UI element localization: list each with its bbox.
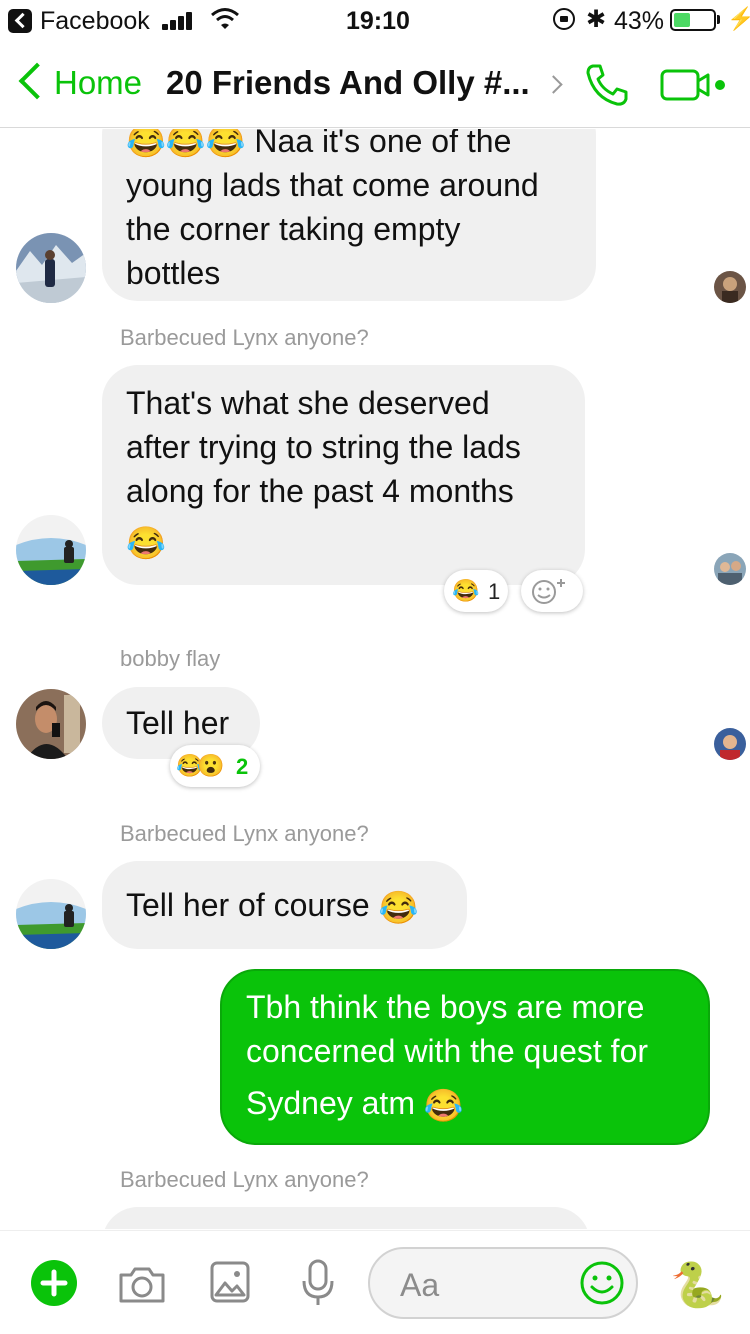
- message-emoji: 😂: [423, 1087, 464, 1124]
- reaction-emoji: 😂: [452, 578, 480, 603]
- message-text-line: Sydney atm 😂: [246, 1081, 684, 1128]
- message-text-line: bottles: [126, 255, 221, 291]
- camera-icon[interactable]: [117, 1265, 167, 1305]
- battery-tip: [717, 15, 720, 24]
- message-text-line: young lads that come around: [126, 167, 539, 203]
- avatar-selfie-photo: [16, 689, 86, 759]
- charging-icon: ⚡: [727, 6, 750, 31]
- message-text-last: Sydney atm: [246, 1085, 415, 1121]
- reaction-pill[interactable]: 😂 1: [444, 570, 508, 612]
- emoji-icon[interactable]: [580, 1261, 624, 1305]
- bluetooth-icon: ✱: [586, 6, 607, 33]
- plus-icon[interactable]: [30, 1259, 78, 1307]
- avatar-countryside-photo: [16, 879, 86, 949]
- phone-call-icon[interactable]: [584, 62, 630, 108]
- avatar[interactable]: [16, 689, 86, 759]
- message-text-line: Tbh think the boys are more: [246, 989, 645, 1025]
- avatar[interactable]: [16, 233, 86, 303]
- message-bubble[interactable]: That's what she deserved after trying to…: [102, 365, 585, 585]
- conversation-title[interactable]: 20 Friends And Olly #...: [166, 64, 546, 102]
- wifi-icon: [211, 8, 239, 29]
- message-text-line: along for the past 4 months: [126, 473, 514, 509]
- sender-name: bobby flay: [120, 646, 221, 671]
- photo-gallery-icon[interactable]: [210, 1261, 250, 1303]
- message-emoji: 😂: [378, 889, 419, 926]
- message-bubble[interactable]: [102, 1207, 590, 1229]
- sticker-snake-icon[interactable]: 🐍: [670, 1259, 725, 1311]
- message-text: Tell her: [126, 705, 230, 741]
- message-emoji: 😂: [126, 525, 166, 561]
- sender-name: Barbecued Lynx anyone?: [120, 325, 369, 350]
- add-reaction-icon: [532, 579, 565, 604]
- read-receipt-avatar: [714, 553, 746, 585]
- composer-bar: Aa 🐍: [0, 1230, 750, 1334]
- message-input[interactable]: Aa: [368, 1247, 638, 1319]
- message-text-line: the corner taking empty: [126, 211, 461, 247]
- avatar-countryside-photo: [16, 515, 86, 585]
- read-receipt-avatar: [714, 728, 746, 760]
- back-to-app-icon[interactable]: [8, 9, 32, 33]
- microphone-icon[interactable]: [300, 1259, 336, 1307]
- conversation-header: Home 20 Friends And Olly #...: [0, 40, 750, 128]
- reaction-count: 1: [488, 579, 501, 604]
- avatar[interactable]: [16, 515, 86, 585]
- chevron-left-icon: [18, 62, 56, 100]
- message-text-line: after trying to string the lads: [126, 429, 521, 465]
- sender-name: Barbecued Lynx anyone?: [120, 821, 369, 846]
- avatar-mountain-photo: [16, 233, 86, 303]
- avatar[interactable]: [16, 879, 86, 949]
- message-text-line: concerned with the quest for: [246, 1033, 649, 1069]
- reaction-count: 2: [236, 754, 249, 779]
- message-text: Tell her of course: [126, 887, 370, 923]
- reaction-pill[interactable]: 😂😮 2: [170, 745, 260, 787]
- status-time: 19:10: [346, 7, 410, 35]
- chevron-right-icon[interactable]: [544, 75, 563, 94]
- battery-fill: [674, 13, 690, 27]
- message-bubble[interactable]: 😂😂😂 Naa it's one of the young lads that …: [102, 129, 596, 301]
- battery-percent: 43%: [614, 7, 665, 35]
- back-button[interactable]: Home: [16, 62, 166, 106]
- sender-name: Barbecued Lynx anyone?: [120, 1167, 369, 1192]
- status-app-name[interactable]: Facebook: [40, 7, 150, 36]
- reaction-emoji: 😂😮: [176, 753, 225, 778]
- message-text-line: That's what she deserved: [126, 385, 490, 421]
- back-label: Home: [54, 64, 143, 101]
- read-receipt-avatar: [714, 271, 746, 303]
- video-call-icon[interactable]: [660, 68, 728, 102]
- message-input-placeholder: Aa: [400, 1267, 440, 1303]
- message-list[interactable]: 😂😂😂 Naa it's one of the young lads that …: [0, 129, 750, 1229]
- message-text-line: 😂😂😂 Naa it's one of the: [126, 129, 512, 159]
- signal-icon: [162, 10, 198, 30]
- message-bubble[interactable]: Tell her of course 😂: [102, 861, 467, 949]
- rotation-lock-icon: [553, 8, 575, 30]
- add-reaction-button[interactable]: [521, 570, 583, 612]
- status-bar: Facebook 19:10 ✱ 43% ⚡: [0, 0, 750, 40]
- battery-icon: [670, 9, 716, 31]
- my-message-bubble[interactable]: Tbh think the boys are more concerned wi…: [220, 969, 710, 1145]
